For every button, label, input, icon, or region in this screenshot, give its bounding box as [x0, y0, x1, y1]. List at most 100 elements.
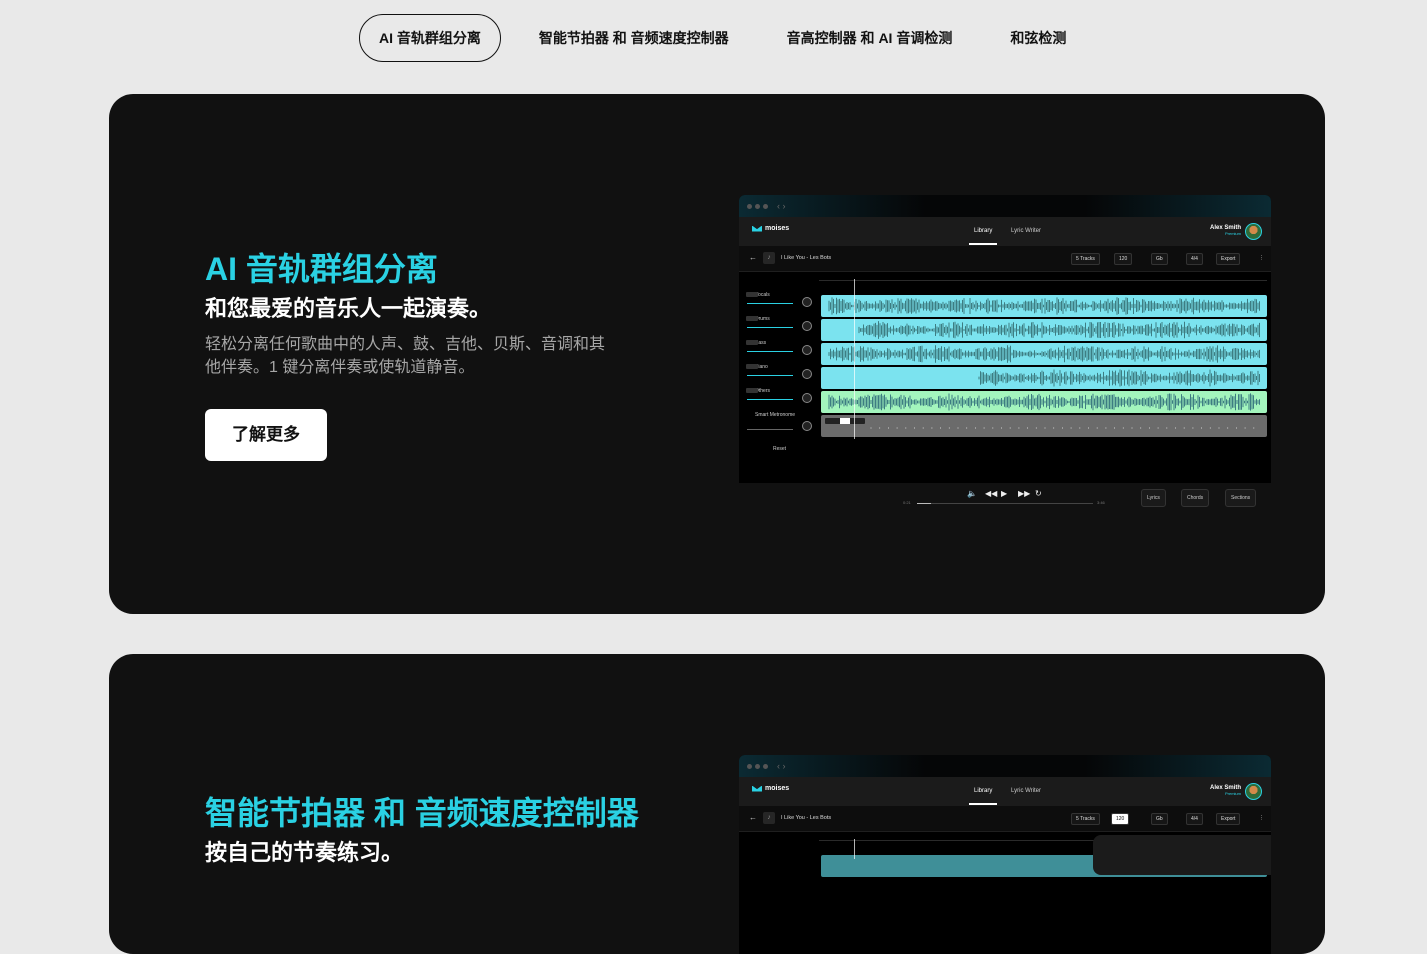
reset-label: Reset — [773, 446, 787, 452]
app-header: moises Library Lyric Writer Alex Smith Pr… — [739, 777, 1271, 806]
song-title: I Like You - Les Bots — [781, 255, 832, 261]
app-screenshot: ‹ › moises Library Lyric Writer Alex Smi… — [739, 195, 1271, 483]
volume-slider — [747, 303, 793, 304]
metronome-track — [821, 415, 1267, 437]
learn-more-button[interactable]: 了解更多 — [205, 409, 327, 461]
feature-subtitle: 和您最爱的音乐人一起演奏。 — [205, 296, 492, 321]
avatar — [1245, 223, 1262, 240]
brand-name: moises — [765, 785, 790, 792]
export-button: Export — [1216, 253, 1241, 265]
tracks-chip: 5 Tracks — [1071, 813, 1100, 825]
time-signature-chip: 4/4 — [1186, 813, 1203, 825]
track-label-metronome: Smart Metronome — [755, 412, 796, 418]
app-tab-library: Library — [968, 788, 998, 805]
music-note-icon: ♪ — [763, 252, 775, 264]
app-tab-library: Library — [968, 228, 998, 245]
volume-slider — [747, 375, 793, 376]
app-tab-lyric-writer: Lyric Writer — [1011, 788, 1041, 794]
key-chip: Gb — [1151, 813, 1168, 825]
tracks-chip: 5 Tracks — [1071, 253, 1100, 265]
chords-button: Chords — [1181, 489, 1210, 507]
key-chip: Gb — [1151, 253, 1168, 265]
volume-slider — [747, 327, 793, 328]
nav-arrows-icon: ‹ › — [777, 761, 786, 771]
mute-solo-icon — [746, 364, 758, 369]
pan-knob — [802, 297, 812, 307]
moises-logo-icon — [752, 785, 762, 792]
export-button: Export — [1216, 813, 1241, 825]
play-icon: ▶ — [1001, 489, 1008, 498]
window-titlebar: ‹ › — [739, 755, 1271, 777]
window-dot-icon — [747, 203, 752, 209]
brand-name: moises — [765, 225, 790, 232]
song-toolbar: ← ♪ I Like You - Les Bots 5 Tracks 120 G… — [739, 806, 1271, 832]
sections-button: Sections — [1225, 489, 1257, 507]
volume-slider — [747, 399, 793, 400]
mute-solo-icon — [746, 292, 758, 297]
app-logo: moises — [752, 225, 789, 232]
track-waveform — [821, 391, 1267, 413]
tab-pitch-key[interactable]: 音高控制器 和 AI 音调检测 — [767, 14, 973, 62]
user-plan: Premium — [1224, 791, 1241, 796]
pan-knob — [802, 345, 812, 355]
progress-fill — [917, 503, 932, 504]
bpm-chip: 120 — [1111, 813, 1130, 825]
mute-solo-icon — [746, 388, 758, 393]
loop-icon: ↻ — [1035, 489, 1042, 498]
back-arrow-icon: ← — [749, 813, 757, 822]
app-header: moises Library Lyric Writer Alex Smith Pr… — [739, 217, 1271, 246]
track-waveform — [821, 295, 1267, 317]
tab-stem-separation[interactable]: AI 音轨群组分离 — [359, 14, 501, 62]
back-arrow-icon: ← — [749, 253, 757, 262]
feature-card-stem-separation: AI 音轨群组分离 和您最爱的音乐人一起演奏。 轻松分离任何歌曲中的人声、鼓、吉… — [109, 94, 1325, 614]
pan-knob — [802, 369, 812, 379]
user-info: Alex Smith Premium — [1210, 225, 1241, 236]
time-end: 3:46 — [1097, 500, 1105, 505]
feature-description: 轻松分离任何歌曲中的人声、鼓、吉他、贝斯、音调和其他伴奏。1 键分离伴奏或使轨道… — [205, 336, 606, 376]
playhead — [854, 279, 855, 439]
window-dot-icon — [755, 763, 760, 769]
progress-bar — [917, 503, 1093, 504]
volume-slider — [747, 429, 793, 430]
fast-forward-icon: ▶▶ — [1018, 489, 1031, 498]
pan-knob — [802, 321, 812, 331]
lyrics-button: Lyrics — [1141, 489, 1166, 507]
feature-subtitle: 按自己的节奏练习。 — [205, 840, 404, 865]
mute-solo-icon — [746, 340, 758, 345]
music-note-icon: ♪ — [763, 812, 775, 824]
app-tab-lyric-writer: Lyric Writer — [1011, 228, 1041, 234]
song-title: I Like You - Les Bots — [781, 815, 832, 821]
feature-title: 智能节拍器 和 音频速度控制器 — [205, 795, 639, 831]
more-icon: ⋮ — [1259, 815, 1264, 821]
track-waveform — [821, 319, 1267, 341]
window-dot-icon — [747, 763, 752, 769]
volume-icon: 🔈 — [967, 489, 977, 498]
feature-title: AI 音轨群组分离 — [205, 251, 438, 287]
window-dot-icon — [755, 203, 760, 209]
nav-arrows-icon: ‹ › — [777, 201, 786, 211]
track-waveform — [821, 343, 1267, 365]
window-titlebar: ‹ › — [739, 195, 1271, 217]
playhead — [854, 839, 855, 859]
more-icon: ⋮ — [1259, 255, 1264, 261]
app-screenshot: ‹ › moises Library Lyric Writer Alex Smi… — [739, 755, 1271, 954]
time-signature-chip: 4/4 — [1186, 253, 1203, 265]
feature-card-metronome: 智能节拍器 和 音频速度控制器 按自己的节奏练习。 ‹ › moises Lib… — [109, 654, 1325, 954]
volume-slider — [747, 351, 793, 352]
window-dot-icon — [763, 763, 768, 769]
song-toolbar: ← ♪ I Like You - Les Bots 5 Tracks 120 G… — [739, 246, 1271, 272]
pan-knob — [802, 421, 812, 431]
tab-chord-detection[interactable]: 和弦检测 — [990, 14, 1086, 62]
moises-logo-icon — [752, 225, 762, 232]
user-plan: Premium — [1224, 231, 1241, 236]
transport-bar: 🔈 ◀◀ ▶ ▶▶ ↻ 0:21 3:46 Lyrics Chords Sect… — [739, 489, 1271, 511]
pan-knob — [802, 393, 812, 403]
rewind-icon: ◀◀ — [985, 489, 998, 498]
metronome-popover — [1093, 835, 1271, 875]
tab-metronome-speed[interactable]: 智能节拍器 和 音频速度控制器 — [519, 14, 749, 62]
track-waveform — [821, 367, 1267, 389]
app-logo: moises — [752, 785, 789, 792]
time-start: 0:21 — [903, 500, 911, 505]
window-dot-icon — [763, 203, 768, 209]
user-info: Alex Smith Premium — [1210, 785, 1241, 796]
